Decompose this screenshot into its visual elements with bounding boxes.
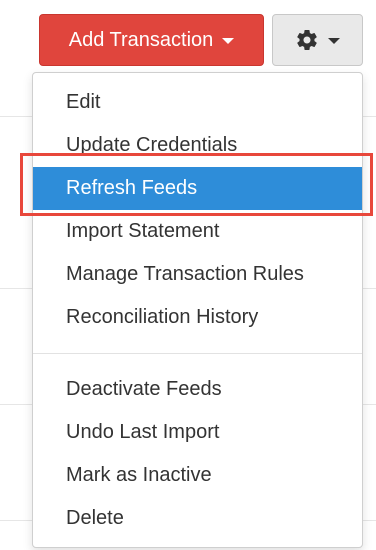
menu-item-reconciliation-history[interactable]: Reconciliation History: [33, 296, 362, 339]
settings-dropdown-menu: Edit Update Credentials Refresh Feeds Im…: [32, 72, 363, 548]
chevron-down-icon: [328, 38, 340, 44]
add-transaction-button[interactable]: Add Transaction: [39, 14, 264, 66]
menu-item-mark-as-inactive[interactable]: Mark as Inactive: [33, 454, 362, 497]
menu-item-refresh-feeds[interactable]: Refresh Feeds: [33, 167, 362, 210]
menu-item-deactivate-feeds[interactable]: Deactivate Feeds: [33, 368, 362, 411]
add-transaction-label: Add Transaction: [68, 28, 214, 51]
chevron-down-icon: [222, 38, 235, 44]
menu-item-delete[interactable]: Delete: [33, 497, 362, 540]
menu-item-edit[interactable]: Edit: [33, 81, 362, 124]
menu-item-import-statement[interactable]: Import Statement: [33, 210, 362, 253]
gear-icon: [297, 29, 317, 50]
page: Add Transaction Edit Update Credentials …: [0, 0, 376, 550]
menu-item-update-credentials[interactable]: Update Credentials: [33, 124, 362, 167]
menu-divider: [33, 353, 362, 354]
settings-dropdown-button[interactable]: [272, 14, 363, 66]
menu-item-undo-last-import[interactable]: Undo Last Import: [33, 411, 362, 454]
menu-item-manage-transaction-rules[interactable]: Manage Transaction Rules: [33, 253, 362, 296]
